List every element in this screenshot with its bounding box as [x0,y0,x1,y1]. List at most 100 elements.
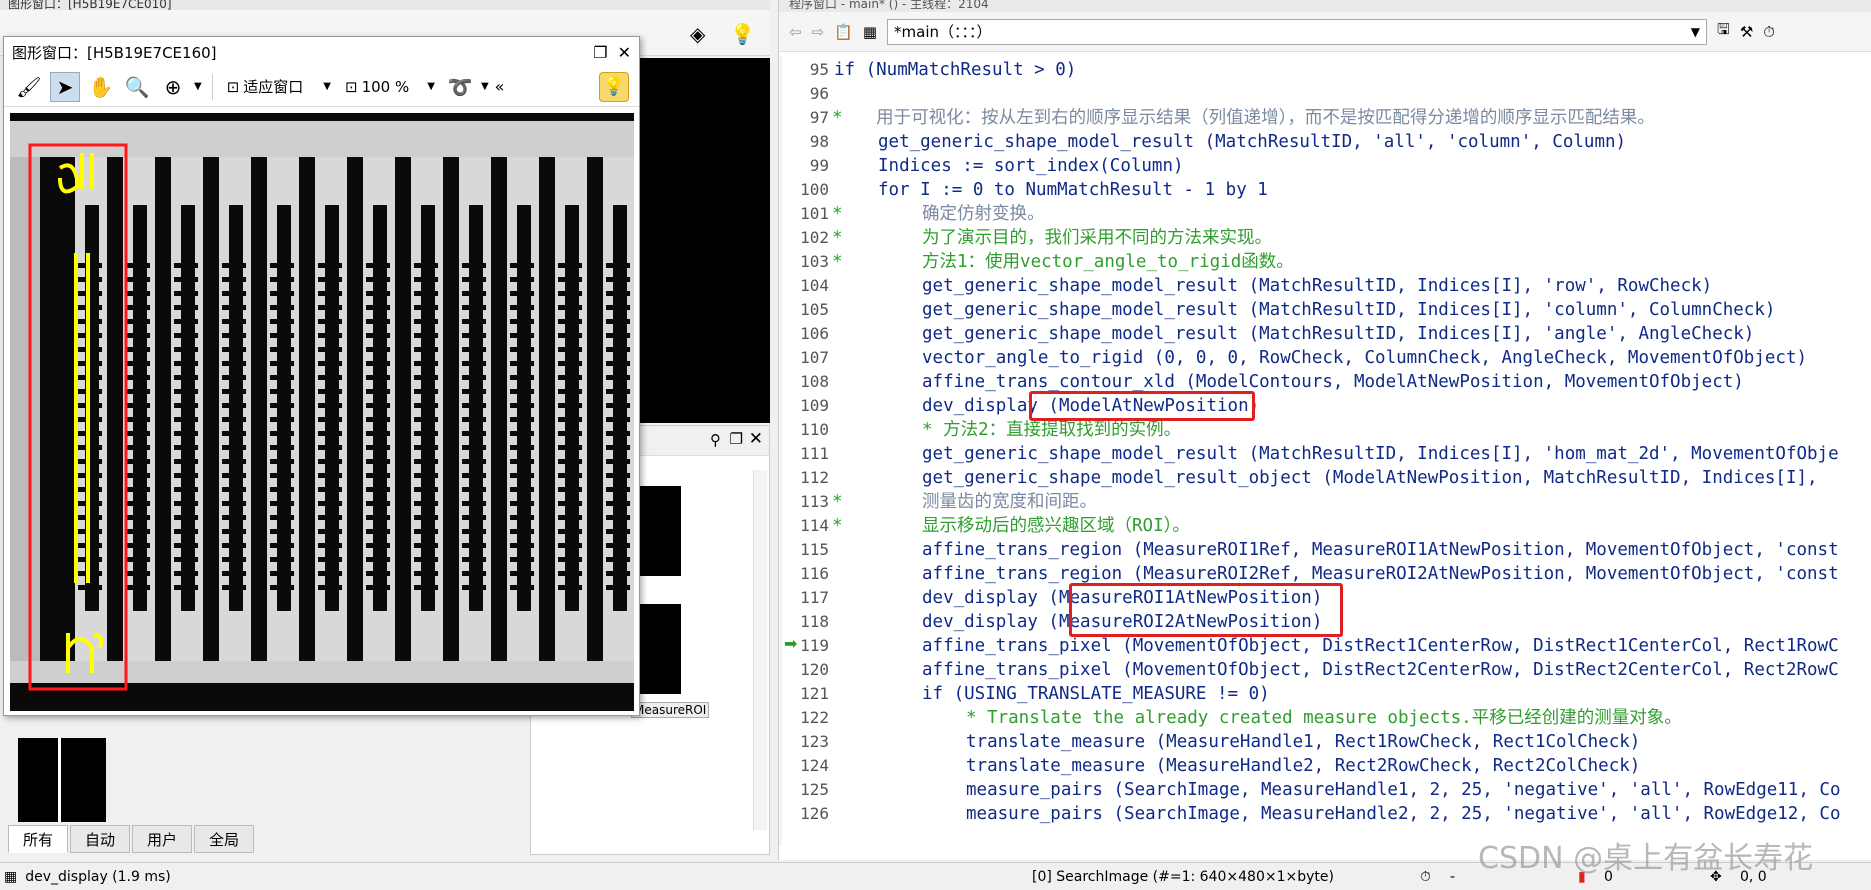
more-tools-button[interactable]: « [495,77,505,96]
tooth [606,515,630,520]
code-line[interactable]: 115 affine_trans_region (MeasureROI1Ref, … [779,538,1871,562]
line-number: 109 [800,396,829,415]
tooth [558,459,582,464]
bulb-icon[interactable]: 💡 [730,22,755,46]
tooth [606,487,630,492]
code-line[interactable]: 95 if (NumMatchResult > 0) [779,58,1871,82]
code-line[interactable]: 100 for I := 0 to NumMatchResult - 1 by 1 [779,178,1871,202]
tooth [366,277,390,282]
pin-icon[interactable]: ⚲ [710,431,721,449]
tooth [366,501,390,506]
tooth [606,347,630,352]
hand-icon[interactable]: ✋ [86,72,116,102]
code-line[interactable]: 98 get_generic_shape_model_result (MatchR… [779,130,1871,154]
tooth [270,291,294,296]
lasso-icon[interactable]: ➰ [445,72,475,102]
tooth [126,571,150,576]
brush-icon[interactable]: 🖌 [14,72,44,102]
code-line[interactable]: 105 get_generic_shape_model_result (Match… [779,298,1871,322]
chevron-down-icon[interactable]: ▼ [481,81,489,92]
code-line[interactable]: 125 measure_pairs (SearchImage, MeasureHa… [779,778,1871,802]
tooth [174,417,198,422]
tooth [222,445,246,450]
tooth [510,445,534,450]
procedure-selector[interactable]: *main（：：：） ▼ [887,18,1708,45]
code-line[interactable]: 122 * Translate the already created measu… [779,706,1871,730]
code-line[interactable]: 103 * 方法1：使用vector_angle_to_rigid函数。 [779,250,1871,274]
code-line[interactable]: 96 [779,82,1871,106]
tool-icon[interactable]: ⚒ [1740,23,1753,41]
tab-all[interactable]: 所有 [8,825,69,853]
grid-icon[interactable]: ▦ [863,23,877,41]
clipboard-icon[interactable]: 📋 [834,23,853,41]
variable-thumbnail[interactable] [18,738,106,822]
tooth [270,571,294,576]
tooth [174,333,198,338]
graphics-canvas[interactable] [10,113,634,711]
bulb-icon[interactable]: 💡 [599,71,629,102]
tooth [366,543,390,548]
code-line[interactable]: 113 * 测量齿的宽度和间距。 [779,490,1871,514]
code-line[interactable]: 111 get_generic_shape_model_result (Match… [779,442,1871,466]
save-icon[interactable]: 🖫 [1717,19,1730,44]
tooth [510,571,534,576]
line-number: 96 [809,84,829,103]
line-number: 108 [800,372,829,391]
code-line[interactable]: 101 * 确定仿射变换。 [779,202,1871,226]
tooth [174,459,198,464]
tab-auto[interactable]: 自动 [70,825,131,853]
tooth [414,431,438,436]
layers-icon[interactable]: ◈ [690,22,705,46]
code-text: measure_pairs (SearchImage, MeasureHandl… [966,804,1841,824]
code-line[interactable]: 120 affine_trans_pixel (MovementOfObject,… [779,658,1871,682]
code-text: if (NumMatchResult > 0) [834,60,1077,80]
tab-user[interactable]: 用户 [132,825,193,853]
code-line[interactable]: 108 affine_trans_contour_xld (ModelContou… [779,370,1871,394]
line-number: 104 [800,276,829,295]
code-line[interactable]: 109 dev_display (ModelAtNewPosition) [779,394,1871,418]
zoom-in-icon[interactable]: ⊕ [158,72,188,102]
zoom-combo[interactable]: ⊡ 100 % ▼ [341,78,439,96]
line-number: 110 [800,420,829,439]
graphics-window-titlebar[interactable]: 图形窗口：[H5B19E7CE160] ❐ ✕ [4,37,639,67]
code-line[interactable]: 99 Indices := sort_index(Column) [779,154,1871,178]
timer-icon[interactable]: ⏱ [1763,23,1775,41]
code-line[interactable]: 119 affine_trans_pixel (MovementOfObject,… [779,634,1871,658]
restore-icon[interactable]: ❐ [730,430,743,448]
tooth [222,361,246,366]
tooth [414,291,438,296]
close-icon[interactable]: ✕ [618,43,631,62]
chevron-down-icon[interactable]: ▼ [194,81,202,92]
forward-icon[interactable]: ⇨ [812,23,825,41]
code-line[interactable]: 124 translate_measure (MeasureHandle2, Re… [779,754,1871,778]
close-icon[interactable]: ✕ [749,429,763,449]
fit-window-combo[interactable]: ⊡ 适应窗口 ▼ [223,76,335,97]
tooth [558,501,582,506]
tooth [270,529,294,534]
tab-global[interactable]: 全局 [194,825,255,853]
code-line[interactable]: 112 get_generic_shape_model_result_object… [779,466,1871,490]
code-line[interactable]: 106 get_generic_shape_model_result (Match… [779,322,1871,346]
tooth [174,585,198,590]
pointer-icon[interactable]: ➤ [50,71,80,102]
back-icon[interactable]: ⇦ [789,23,802,41]
code-area[interactable]: 95 if (NumMatchResult > 0) 96 97 * 用于可视化：按从左… [779,56,1871,846]
highlight-box [1069,583,1343,637]
code-line[interactable]: 114 * 显示移动后的感兴趣区域（ROI）。 [779,514,1871,538]
code-line[interactable]: 97 * 用于可视化：按从左到右的顺序显示结果（列值递增），而不是按匹配得分递增的… [779,106,1871,130]
tooth [510,431,534,436]
code-line[interactable]: 104 get_generic_shape_model_result (Match… [779,274,1871,298]
code-line[interactable]: 123 translate_measure (MeasureHandle1, Re… [779,730,1871,754]
code-line[interactable]: 126 measure_pairs (SearchImage, MeasureHa… [779,802,1871,826]
search-icon[interactable]: 🔍 [122,72,152,102]
restore-icon[interactable]: ❐ [593,43,607,62]
scrollbar[interactable] [753,470,767,830]
tooth [126,403,150,408]
code-line[interactable]: 107 vector_angle_to_rigid (0, 0, 0, RowCh… [779,346,1871,370]
tooth [366,389,390,394]
tooth [222,277,246,282]
code-line[interactable]: 110 * 方法2：直接提取找到的实例。 [779,418,1871,442]
code-line[interactable]: 121 if (USING_TRANSLATE_MEASURE != 0) [779,682,1871,706]
tooth [222,557,246,562]
code-line[interactable]: 102 * 为了演示目的，我们采用不同的方法来实现。 [779,226,1871,250]
